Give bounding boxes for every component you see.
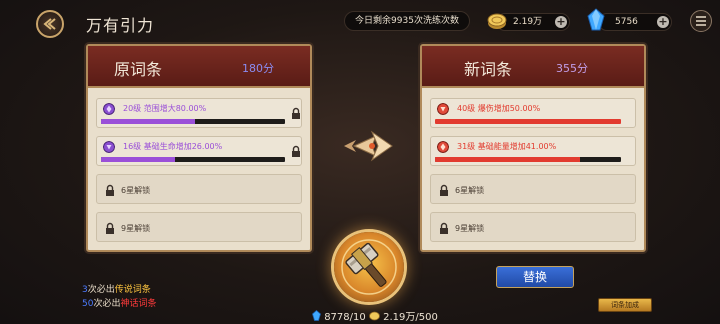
red-rank-icon bbox=[437, 141, 449, 153]
gem-counter: 5756 + bbox=[598, 13, 672, 31]
new-locked-slot-2: 9星解锁 bbox=[430, 212, 636, 242]
new-affix-row-1: 40级 爆伤增加50.00% bbox=[430, 98, 636, 128]
original-affix-row-1[interactable]: 20级 范围增大80.00% bbox=[96, 98, 302, 128]
back-arrow-icon bbox=[43, 18, 56, 30]
crystal-cost-icon bbox=[312, 309, 321, 321]
reforge-cost: 8778/10 2.19万/500 bbox=[312, 308, 438, 323]
new-affix-panel: 新词条 355分 40级 爆伤增加50.00% 31级 基础能量增加41.00%… bbox=[420, 44, 646, 252]
original-panel-title: 原词条 bbox=[114, 60, 163, 79]
new-affix-text-2: 31级 基础能量增加41.00% bbox=[457, 142, 557, 151]
add-gold-button[interactable]: + bbox=[555, 16, 567, 28]
myth-guarantee-line: 50次必出神话词条 bbox=[82, 296, 156, 309]
new-affix-bar-fill-2 bbox=[435, 157, 581, 162]
new-affix-bar-fill-1 bbox=[435, 119, 621, 124]
remaining-count-pill: 今日剩余9935次洗练次数 bbox=[344, 11, 470, 31]
original-affix-row-2[interactable]: 16级 基础生命增加26.00% bbox=[96, 136, 302, 166]
gold-coin-icon bbox=[487, 13, 507, 29]
original-panel-header: 原词条 180分 bbox=[88, 46, 310, 88]
new-affix-text-1: 40级 爆伤增加50.00% bbox=[457, 104, 541, 113]
original-affix-bar-fill-1 bbox=[101, 119, 195, 124]
original-affix-text-1: 20级 范围增大80.00% bbox=[123, 104, 207, 113]
lock-icon bbox=[106, 184, 114, 196]
lock-icon bbox=[440, 222, 448, 234]
unlock-requirement-text: 6星解锁 bbox=[121, 186, 151, 195]
red-rank-icon bbox=[437, 103, 449, 115]
page-title: 万有引力 bbox=[86, 16, 155, 35]
back-button[interactable] bbox=[36, 10, 64, 38]
legend-guarantee-mid: 次必出 bbox=[87, 285, 115, 295]
new-score: 355分 bbox=[556, 62, 588, 75]
lock-icon bbox=[106, 222, 114, 234]
myth-guarantee-count: 50 bbox=[82, 299, 94, 309]
unlock-requirement-text: 9星解锁 bbox=[455, 224, 485, 233]
original-locked-slot-1: 6星解锁 bbox=[96, 174, 302, 204]
crystal-cost: 8778/10 bbox=[324, 312, 366, 323]
original-score: 180分 bbox=[242, 62, 274, 75]
replace-button[interactable]: 替换 bbox=[496, 266, 574, 288]
original-affix-panel: 原词条 180分 20级 范围增大80.00% 16级 基础生命增加26.00% bbox=[86, 44, 312, 252]
unlock-requirement-text: 6星解锁 bbox=[455, 186, 485, 195]
purple-rank-icon bbox=[103, 103, 115, 115]
new-panel-title: 新词条 bbox=[464, 60, 513, 79]
gold-cost-icon bbox=[369, 311, 380, 321]
top-bar: 万有引力 今日剩余9935次洗练次数 2.19万 + 5756 + bbox=[0, 0, 720, 44]
lock-icon bbox=[440, 184, 448, 196]
myth-guarantee-mid: 次必出 bbox=[93, 299, 121, 309]
lock-toggle-icon[interactable] bbox=[291, 145, 301, 158]
original-affix-bar-fill-2 bbox=[101, 157, 175, 162]
menu-icon bbox=[696, 16, 706, 26]
blue-crystal-icon bbox=[587, 8, 605, 31]
add-gem-button[interactable]: + bbox=[657, 16, 669, 28]
legend-guarantee-line: 3次必出传说词条 bbox=[82, 282, 151, 295]
gem-amount: 5756 bbox=[615, 17, 638, 27]
menu-button[interactable] bbox=[690, 10, 712, 32]
myth-affix-label: 神话词条 bbox=[120, 299, 157, 309]
original-affix-bar-1 bbox=[101, 119, 285, 124]
original-locked-slot-2: 9星解锁 bbox=[96, 212, 302, 242]
hammer-icon bbox=[341, 239, 397, 295]
unlock-requirement-text: 9星解锁 bbox=[121, 224, 151, 233]
lock-toggle-icon[interactable] bbox=[291, 107, 301, 120]
new-affix-bar-2 bbox=[435, 157, 621, 162]
original-affix-text-2: 16级 基础生命增加26.00% bbox=[123, 142, 223, 151]
legend-affix-label: 传说词条 bbox=[114, 285, 151, 295]
transfer-arrow-icon bbox=[344, 130, 393, 162]
new-affix-bar-1 bbox=[435, 119, 621, 124]
purple-rank-icon bbox=[103, 141, 115, 153]
reforge-button[interactable] bbox=[334, 232, 404, 302]
new-affix-row-2: 31级 基础能量增加41.00% bbox=[430, 136, 636, 166]
affix-bonus-button[interactable]: 词条加成 bbox=[598, 298, 652, 312]
new-panel-header: 新词条 355分 bbox=[422, 46, 644, 88]
gold-cost: 2.19万/500 bbox=[383, 312, 438, 323]
gold-amount: 2.19万 bbox=[513, 17, 543, 27]
original-affix-bar-2 bbox=[101, 157, 285, 162]
new-locked-slot-1: 6星解锁 bbox=[430, 174, 636, 204]
